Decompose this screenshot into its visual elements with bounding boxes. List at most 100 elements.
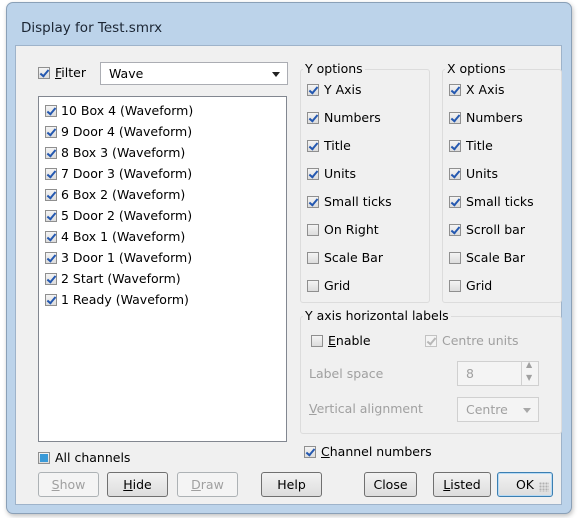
y-options-on-right-checkbox[interactable] <box>307 224 319 236</box>
channel-label: 3 Door 1 (Waveform) <box>61 250 193 265</box>
listed-button[interactable]: Listed <box>433 472 491 497</box>
y-options-grid-label: Grid <box>324 278 351 293</box>
x-options-group <box>442 69 562 303</box>
channel-checkbox[interactable] <box>45 147 57 159</box>
channel-list[interactable]: 10 Box 4 (Waveform) 9 Door 4 (Waveform) 8 … <box>38 96 287 442</box>
centre-units-checkbox[interactable] <box>425 335 437 347</box>
y-options-title-label: Title <box>324 138 351 153</box>
list-item[interactable]: 1 Ready (Waveform) <box>39 290 284 310</box>
channel-label: 10 Box 4 (Waveform) <box>61 103 194 118</box>
label-space-spinner[interactable]: 8 ▲ ▼ <box>457 360 539 386</box>
channel-checkbox[interactable] <box>45 294 57 306</box>
draw-button[interactable]: Draw <box>177 472 238 497</box>
channel-checkbox[interactable] <box>45 168 57 180</box>
show-button[interactable]: Show <box>38 472 99 497</box>
x-options-scale-bar-checkbox[interactable] <box>449 252 461 264</box>
all-channels-checkbox[interactable] <box>38 452 50 464</box>
x-options-units-checkbox[interactable] <box>449 168 461 180</box>
channel-label: 9 Door 4 (Waveform) <box>61 124 193 139</box>
channel-label: 7 Door 3 (Waveform) <box>61 166 193 181</box>
filter-label: Filter <box>55 65 86 80</box>
all-channels-label: All channels <box>55 450 131 465</box>
spin-down-icon[interactable]: ▼ <box>526 373 532 382</box>
channel-label: 4 Box 1 (Waveform) <box>61 229 186 244</box>
y-options-scale-bar-label: Scale Bar <box>324 250 383 265</box>
x-options-scroll-bar-label: Scroll bar <box>466 222 525 237</box>
y-options-numbers-checkbox[interactable] <box>307 112 319 124</box>
channel-checkbox[interactable] <box>45 252 57 264</box>
channel-checkbox[interactable] <box>45 126 57 138</box>
x-options-title: X options <box>445 61 508 76</box>
enable-labels-label: Enable <box>328 333 371 348</box>
chevron-down-icon <box>523 408 531 413</box>
help-button[interactable]: Help <box>261 472 322 497</box>
list-item[interactable]: 6 Box 2 (Waveform) <box>39 185 284 205</box>
x-options-small-ticks-label: Small ticks <box>466 194 534 209</box>
channel-label: 2 Start (Waveform) <box>61 271 181 286</box>
list-item[interactable]: 10 Box 4 (Waveform) <box>39 101 284 121</box>
dialog-window: Display for Test.smrx Filter Wave 10 Box… <box>6 2 572 514</box>
x-options-numbers-checkbox[interactable] <box>449 112 461 124</box>
hide-button[interactable]: Hide <box>107 472 168 497</box>
y-options-small-ticks-checkbox[interactable] <box>307 196 319 208</box>
centre-units-label: Centre units <box>442 333 519 348</box>
label-space-value: 8 <box>466 366 474 381</box>
dialog-client: Filter Wave 10 Box 4 (Waveform) 9 Door 4 … <box>15 45 562 505</box>
x-options-units-label: Units <box>466 166 498 181</box>
y-options-y-axis-label: Y Axis <box>324 82 362 97</box>
channel-numbers-checkbox[interactable] <box>304 446 316 458</box>
x-options-grid-label: Grid <box>466 278 493 293</box>
channel-numbers-label: Channel numbers <box>321 444 432 459</box>
close-button[interactable]: Close <box>364 472 417 497</box>
y-options-units-checkbox[interactable] <box>307 168 319 180</box>
filter-dropdown[interactable]: Wave <box>100 62 288 85</box>
x-options-x-axis-label: X Axis <box>466 82 505 97</box>
spin-buttons: ▲ ▼ <box>521 360 538 385</box>
window-title: Display for Test.smrx <box>21 20 163 36</box>
channel-label: 5 Door 2 (Waveform) <box>61 208 193 223</box>
channel-checkbox[interactable] <box>45 231 57 243</box>
y-options-small-ticks-label: Small ticks <box>324 194 392 209</box>
resize-grip[interactable] <box>539 482 549 492</box>
y-axis-labels-title: Y axis horizontal labels <box>303 308 451 323</box>
filter-checkbox[interactable] <box>38 67 50 79</box>
x-options-numbers-label: Numbers <box>466 110 523 125</box>
x-options-title-checkbox[interactable] <box>449 140 461 152</box>
list-item[interactable]: 5 Door 2 (Waveform) <box>39 206 284 226</box>
x-options-x-axis-checkbox[interactable] <box>449 84 461 96</box>
list-item[interactable]: 2 Start (Waveform) <box>39 269 284 289</box>
chevron-down-icon <box>272 72 280 77</box>
channel-checkbox[interactable] <box>45 105 57 117</box>
list-item[interactable]: 8 Box 3 (Waveform) <box>39 143 284 163</box>
channel-label: 8 Box 3 (Waveform) <box>61 145 186 160</box>
y-options-group <box>300 69 430 303</box>
vertical-alignment-value: Centre <box>466 402 508 417</box>
list-item[interactable]: 7 Door 3 (Waveform) <box>39 164 284 184</box>
channel-label: 1 Ready (Waveform) <box>61 292 189 307</box>
channel-checkbox[interactable] <box>45 273 57 285</box>
label-space-label: Label space <box>309 366 384 381</box>
list-item[interactable]: 9 Door 4 (Waveform) <box>39 122 284 142</box>
y-options-numbers-label: Numbers <box>324 110 381 125</box>
x-options-scroll-bar-checkbox[interactable] <box>449 224 461 236</box>
y-options-units-label: Units <box>324 166 356 181</box>
vertical-alignment-dropdown[interactable]: Centre <box>457 397 539 422</box>
list-item[interactable]: 3 Door 1 (Waveform) <box>39 248 284 268</box>
list-item[interactable]: 4 Box 1 (Waveform) <box>39 227 284 247</box>
channel-label: 6 Box 2 (Waveform) <box>61 187 186 202</box>
spin-up-icon[interactable]: ▲ <box>526 360 532 369</box>
x-options-small-ticks-checkbox[interactable] <box>449 196 461 208</box>
y-options-grid-checkbox[interactable] <box>307 280 319 292</box>
y-options-scale-bar-checkbox[interactable] <box>307 252 319 264</box>
y-options-y-axis-checkbox[interactable] <box>307 84 319 96</box>
x-options-scale-bar-label: Scale Bar <box>466 250 525 265</box>
channel-checkbox[interactable] <box>45 189 57 201</box>
y-options-title: Y options <box>303 61 365 76</box>
y-options-title-checkbox[interactable] <box>307 140 319 152</box>
vertical-alignment-label: Vertical alignment <box>309 401 423 416</box>
y-options-on-right-label: On Right <box>324 222 379 237</box>
channel-checkbox[interactable] <box>45 210 57 222</box>
enable-labels-checkbox[interactable] <box>311 335 323 347</box>
x-options-grid-checkbox[interactable] <box>449 280 461 292</box>
filter-dropdown-value: Wave <box>109 66 144 81</box>
